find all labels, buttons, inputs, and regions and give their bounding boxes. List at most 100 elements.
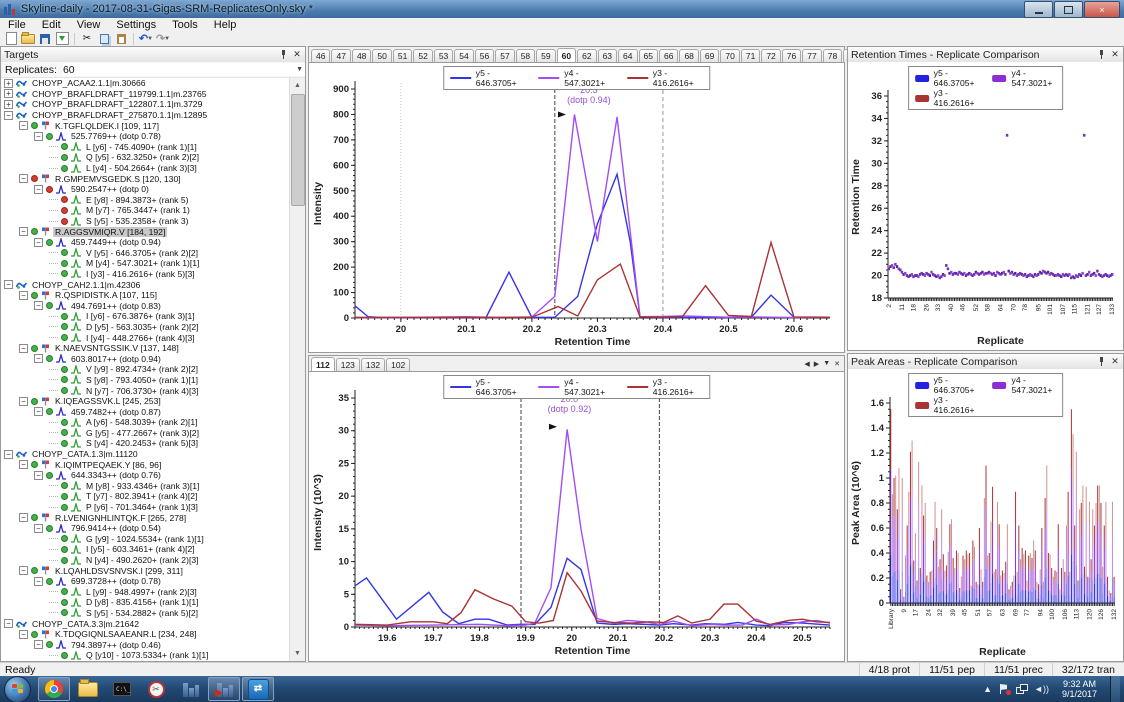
tree-row-precursor[interactable]: − 794.3897++ (dotp 0.46) bbox=[1, 639, 290, 650]
tree-row-peptide[interactable]: − K.TDQGIQNLSAAEANR.L [234, 248] bbox=[1, 629, 290, 640]
replicate-tab-76[interactable]: 76 bbox=[781, 49, 802, 62]
taskbar-skyline[interactable] bbox=[174, 677, 206, 701]
collapse-icon[interactable]: − bbox=[19, 629, 28, 639]
scrollbar-thumb[interactable] bbox=[291, 94, 305, 206]
tree-row-protein[interactable]: − CHOYP_CAH2.1.1|m.42306 bbox=[1, 279, 290, 290]
tree-row-protein[interactable]: − CHOYP_BRAFLDRAFT_275870.1.1|m.12895 bbox=[1, 110, 290, 121]
collapse-icon[interactable]: − bbox=[19, 227, 28, 237]
close-button[interactable]: × bbox=[1084, 1, 1120, 18]
expand-icon[interactable]: + bbox=[4, 78, 13, 88]
replicate-tab-48[interactable]: 48 bbox=[351, 49, 372, 62]
tree-label[interactable]: 644.3343++ (dotp 0.76) bbox=[69, 470, 163, 480]
tree-label[interactable]: 525.7769++ (dotp 0.78) bbox=[69, 131, 163, 141]
tree-row-transition[interactable]: S [y4] - 420.2453+ (rank 5)[3] bbox=[1, 438, 290, 449]
tree-label[interactable]: R.QSPIDISTK.A [107, 115] bbox=[53, 290, 159, 300]
replicate-tab-52[interactable]: 52 bbox=[413, 49, 433, 62]
tree-label[interactable]: L [y6] - 745.4090+ (rank 1)[1] bbox=[84, 142, 199, 152]
tree-row-transition[interactable]: P [y6] - 701.3464+ (rank 1)[3] bbox=[1, 502, 290, 513]
tree-row-transition[interactable]: V [y9] - 892.4734+ (rank 2)[2] bbox=[1, 364, 290, 375]
tree-label[interactable]: CHOYP_BRAFLDRAFT_275870.1.1|m.12895 bbox=[30, 110, 209, 120]
tree-row-peptide[interactable]: − R.QSPIDISTK.A [107, 115] bbox=[1, 290, 290, 301]
replicate-tab-78[interactable]: 78 bbox=[822, 49, 843, 62]
tree-row-protein[interactable]: + CHOYP_BRAFLDRAFT_119799.1.1|m.23765 bbox=[1, 89, 290, 100]
scroll-down-icon[interactable]: ▼ bbox=[290, 646, 305, 661]
tree-row-transition[interactable]: Q [y5] - 632.3250+ (rank 2)[2] bbox=[1, 152, 290, 163]
tree-label[interactable]: CHOYP_CAH2.1.1|m.42306 bbox=[30, 280, 142, 290]
replicate-tab-69[interactable]: 69 bbox=[699, 49, 720, 62]
tree-label[interactable]: G [y5] - 477.2667+ (rank 3)[2] bbox=[84, 428, 201, 438]
tree-label[interactable]: CHOYP_CATA.1.3|m.11120 bbox=[30, 449, 140, 459]
tree-row-peptide[interactable]: − K.IQIMTPEQAEK.Y [86, 96] bbox=[1, 459, 290, 470]
tree-row-precursor[interactable]: − 796.9414++ (dotp 0.54) bbox=[1, 523, 290, 534]
minimize-button[interactable] bbox=[1024, 1, 1053, 18]
taskbar-teamviewer[interactable]: ⇄ bbox=[242, 677, 274, 701]
tree-label[interactable]: CHOYP_BRAFLDRAFT_119799.1.1|m.23765 bbox=[30, 89, 209, 99]
tree-row-transition[interactable]: E [y8] - 894.3873+ (rank 5) bbox=[1, 195, 290, 206]
scroll-tabs-left-icon[interactable]: ◀ bbox=[804, 360, 809, 368]
tree-label[interactable]: V [y9] - 892.4734+ (rank 2)[2] bbox=[84, 364, 200, 374]
tree-label[interactable]: K.IQEAGSSVK.L [245, 253] bbox=[53, 396, 163, 406]
replicate-tab-57[interactable]: 57 bbox=[495, 49, 515, 62]
collapse-icon[interactable]: − bbox=[34, 237, 43, 247]
tree-row-transition[interactable]: L [y4] - 504.2664+ (rank 3)[3] bbox=[1, 163, 290, 174]
pin-icon[interactable] bbox=[279, 50, 288, 59]
replicate-tab-132[interactable]: 132 bbox=[360, 358, 386, 371]
taskbar-skyline-daily[interactable] bbox=[208, 677, 240, 701]
retention-times-header[interactable]: Retention Times - Replicate Comparison ✕ bbox=[848, 47, 1123, 63]
menu-settings[interactable]: Settings bbox=[108, 19, 164, 31]
tree-label[interactable]: 590.2547++ (dotp 0) bbox=[69, 184, 151, 194]
collapse-icon[interactable]: − bbox=[19, 460, 28, 470]
close-tab-icon[interactable]: ✕ bbox=[834, 360, 840, 368]
tree-row-protein[interactable]: − CHOYP_CATA.3.3|m.21642 bbox=[1, 618, 290, 629]
retention-times-chart[interactable]: 18 20 22 24 26 28 30 32 34 36 2 11 18 26 33 40 46 52 58 64 7… bbox=[848, 62, 1123, 350]
tree-label[interactable]: 794.3897++ (dotp 0.46) bbox=[69, 640, 163, 650]
tree-label[interactable]: S [y5] - 535.2358+ (rank 3) bbox=[84, 216, 190, 226]
replicate-tab-68[interactable]: 68 bbox=[679, 49, 699, 62]
tree-label[interactable]: 796.9414++ (dotp 0.54) bbox=[69, 523, 163, 533]
tree-row-transition[interactable]: M [y8] - 933.4346+ (rank 3)[1] bbox=[1, 481, 290, 492]
targets-header[interactable]: Targets ✕ bbox=[1, 47, 305, 63]
collapse-icon[interactable]: − bbox=[34, 131, 43, 141]
expand-icon[interactable]: + bbox=[4, 89, 13, 99]
tree-label[interactable]: K.TDQGIQNLSAAEANR.L [234, 248] bbox=[53, 629, 199, 639]
tree-row-transition[interactable]: V [y5] - 646.3705+ (rank 2)[2] bbox=[1, 248, 290, 259]
collapse-icon[interactable]: − bbox=[4, 110, 13, 120]
scroll-tabs-right-icon[interactable]: ▶ bbox=[814, 360, 819, 368]
collapse-icon[interactable]: − bbox=[19, 513, 28, 523]
tree-row-transition[interactable]: I [y6] - 676.3876+ (rank 3)[1] bbox=[1, 311, 290, 322]
replicate-tab-70[interactable]: 70 bbox=[720, 49, 740, 62]
tree-row-precursor[interactable]: − 494.7691++ (dotp 0.83) bbox=[1, 300, 290, 311]
close-panel-icon[interactable]: ✕ bbox=[1110, 49, 1120, 60]
tree-label[interactable]: CHOYP_CATA.3.3|m.21642 bbox=[30, 619, 141, 629]
tree-label[interactable]: 699.3728++ (dotp 0.78) bbox=[69, 576, 163, 586]
collapse-icon[interactable]: − bbox=[19, 290, 28, 300]
replicate-tab-72[interactable]: 72 bbox=[761, 49, 781, 62]
expand-icon[interactable]: + bbox=[4, 99, 13, 109]
pin-icon[interactable] bbox=[1097, 357, 1106, 366]
tree-row-protein[interactable]: + CHOYP_ACAA2.1.1|m.30666 bbox=[1, 78, 290, 89]
tree-label[interactable]: S [y5] - 534.2882+ (rank 5)[2] bbox=[84, 608, 200, 618]
taskbar-command-prompt[interactable]: C:\_ bbox=[106, 677, 138, 701]
tree-row-transition[interactable]: D [y5] - 563.3035+ (rank 2)[2] bbox=[1, 322, 290, 333]
replicate-tab-58[interactable]: 58 bbox=[515, 49, 536, 62]
tree-row-peptide[interactable]: − K.LQAHLDSVSNVSK.I [299, 311] bbox=[1, 565, 290, 576]
collapse-icon[interactable]: − bbox=[4, 619, 13, 629]
collapse-icon[interactable]: − bbox=[19, 343, 28, 353]
replicate-tab-56[interactable]: 56 bbox=[474, 49, 495, 62]
replicate-tab-46[interactable]: 46 bbox=[311, 49, 331, 62]
replicate-tab-50[interactable]: 50 bbox=[372, 49, 392, 62]
collapse-icon[interactable]: − bbox=[34, 354, 43, 364]
collapse-icon[interactable]: − bbox=[34, 523, 43, 533]
replicate-tab-62[interactable]: 62 bbox=[577, 49, 597, 62]
tree-row-transition[interactable]: S [y8] - 793.4050+ (rank 1)[1] bbox=[1, 375, 290, 386]
tree-label[interactable]: A [y6] - 548.3039+ (rank 2)[1] bbox=[84, 417, 200, 427]
taskbar-snipping-tool[interactable]: ✂ bbox=[140, 677, 172, 701]
tree-row-transition[interactable]: M [y4] - 547.3021+ (rank 1)[1] bbox=[1, 258, 290, 269]
tree-row-protein[interactable]: − CHOYP_CATA.1.3|m.11120 bbox=[1, 449, 290, 460]
tree-row-transition[interactable]: I [y5] - 603.3461+ (rank 4)[2] bbox=[1, 544, 290, 555]
tree-label[interactable]: D [y8] - 835.4156+ (rank 1)[1] bbox=[84, 597, 201, 607]
tree-label[interactable]: N [y4] - 490.2620+ (rank 2)[3] bbox=[84, 555, 201, 565]
replicate-tab-53[interactable]: 53 bbox=[433, 49, 454, 62]
show-desktop-button[interactable] bbox=[1110, 676, 1120, 702]
tree-label[interactable]: I [y3] - 416.2616+ (rank 5)[3] bbox=[84, 269, 197, 279]
